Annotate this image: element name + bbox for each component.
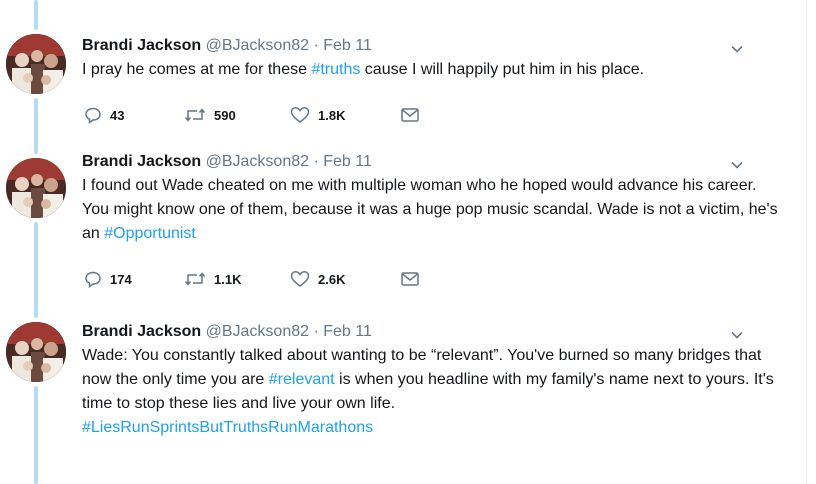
tweet[interactable]: Brandi Jackson @BJackson82 · Feb 11 Wade…	[0, 322, 800, 484]
avatar[interactable]	[6, 322, 66, 382]
timeline-right-border	[806, 0, 807, 484]
tweet-header: Brandi Jackson @BJackson82 · Feb 11	[82, 36, 782, 56]
avatar[interactable]	[6, 34, 66, 94]
avatar-image	[6, 34, 66, 94]
tweet-content: Brandi Jackson @BJackson82 · Feb 11 I fo…	[82, 152, 782, 288]
tweet-date[interactable]: Feb 11	[323, 37, 372, 54]
chevron-down-icon[interactable]	[730, 158, 744, 172]
direct-message-button[interactable]	[400, 271, 420, 287]
tweet-content: Brandi Jackson @BJackson82 · Feb 11 Wade…	[82, 322, 782, 440]
reply-button[interactable]: 174	[84, 270, 184, 288]
retweet-button[interactable]: 1.1K	[184, 270, 290, 288]
hashtag-link[interactable]: #relevant	[269, 371, 335, 388]
author-handle[interactable]: @BJackson82	[206, 37, 309, 54]
author-handle[interactable]: @BJackson82	[206, 153, 309, 170]
author-name[interactable]: Brandi Jackson	[82, 323, 201, 340]
tweet-content: Brandi Jackson @BJackson82 · Feb 11 I pr…	[82, 36, 782, 124]
reply-icon	[85, 271, 101, 288]
envelope-icon	[401, 108, 419, 122]
author-handle[interactable]: @BJackson82	[206, 323, 309, 340]
hashtag-link[interactable]: #truths	[311, 61, 360, 78]
avatar-image	[6, 322, 66, 382]
tweet[interactable]: Brandi Jackson @BJackson82 · Feb 11 I pr…	[0, 34, 800, 134]
retweet-count: 590	[214, 107, 236, 123]
retweet-count: 1.1K	[214, 271, 242, 287]
tweet-date[interactable]: Feb 11	[323, 323, 372, 340]
tweet[interactable]: Brandi Jackson @BJackson82 · Feb 11 I fo…	[0, 153, 800, 302]
reply-button[interactable]: 43	[84, 106, 184, 124]
separator-dot: ·	[313, 37, 319, 54]
retweet-icon	[184, 108, 206, 122]
like-count: 2.6K	[318, 271, 346, 287]
heart-icon	[290, 271, 310, 287]
tweet-actions: 174 1.1K 2.6K	[82, 268, 420, 290]
hashtag-link[interactable]: #LiesRunSprintsButTruthsRunMarathons	[82, 419, 373, 436]
tweet-text-segment: I pray he comes at me for these	[82, 61, 312, 78]
tweet-date[interactable]: Feb 11	[323, 153, 372, 170]
retweet-icon	[184, 272, 206, 286]
like-button[interactable]: 1.8K	[290, 106, 400, 124]
reply-icon	[85, 107, 101, 124]
tweet-text-segment: cause I will happily put him in his plac…	[360, 61, 645, 78]
tweet-header: Brandi Jackson @BJackson82 · Feb 11	[82, 152, 782, 172]
reply-count: 174	[110, 271, 132, 287]
retweet-button[interactable]: 590	[184, 106, 290, 124]
like-count: 1.8K	[318, 107, 346, 123]
heart-icon	[290, 107, 310, 123]
chevron-down-icon[interactable]	[730, 328, 744, 342]
tweet-actions: 43 590 1.8K	[82, 104, 420, 126]
separator-dot: ·	[313, 153, 319, 170]
direct-message-button[interactable]	[400, 107, 420, 123]
chevron-down-icon[interactable]	[730, 42, 744, 56]
avatar[interactable]	[6, 158, 66, 218]
hashtag-link[interactable]: #Opportunist	[104, 225, 196, 242]
envelope-icon	[401, 272, 419, 286]
thread-line	[34, 0, 38, 30]
like-button[interactable]: 2.6K	[290, 270, 400, 288]
tweet-header: Brandi Jackson @BJackson82 · Feb 11	[82, 322, 782, 342]
avatar-image	[6, 158, 66, 218]
separator-dot: ·	[313, 323, 319, 340]
tweet-text: I found out Wade cheated on me with mult…	[82, 174, 782, 246]
author-name[interactable]: Brandi Jackson	[82, 153, 201, 170]
author-name[interactable]: Brandi Jackson	[82, 37, 201, 54]
reply-count: 43	[110, 107, 125, 123]
tweet-text: I pray he comes at me for these #truths …	[82, 58, 782, 82]
tweet-text: Wade: You constantly talked about wantin…	[82, 344, 782, 440]
